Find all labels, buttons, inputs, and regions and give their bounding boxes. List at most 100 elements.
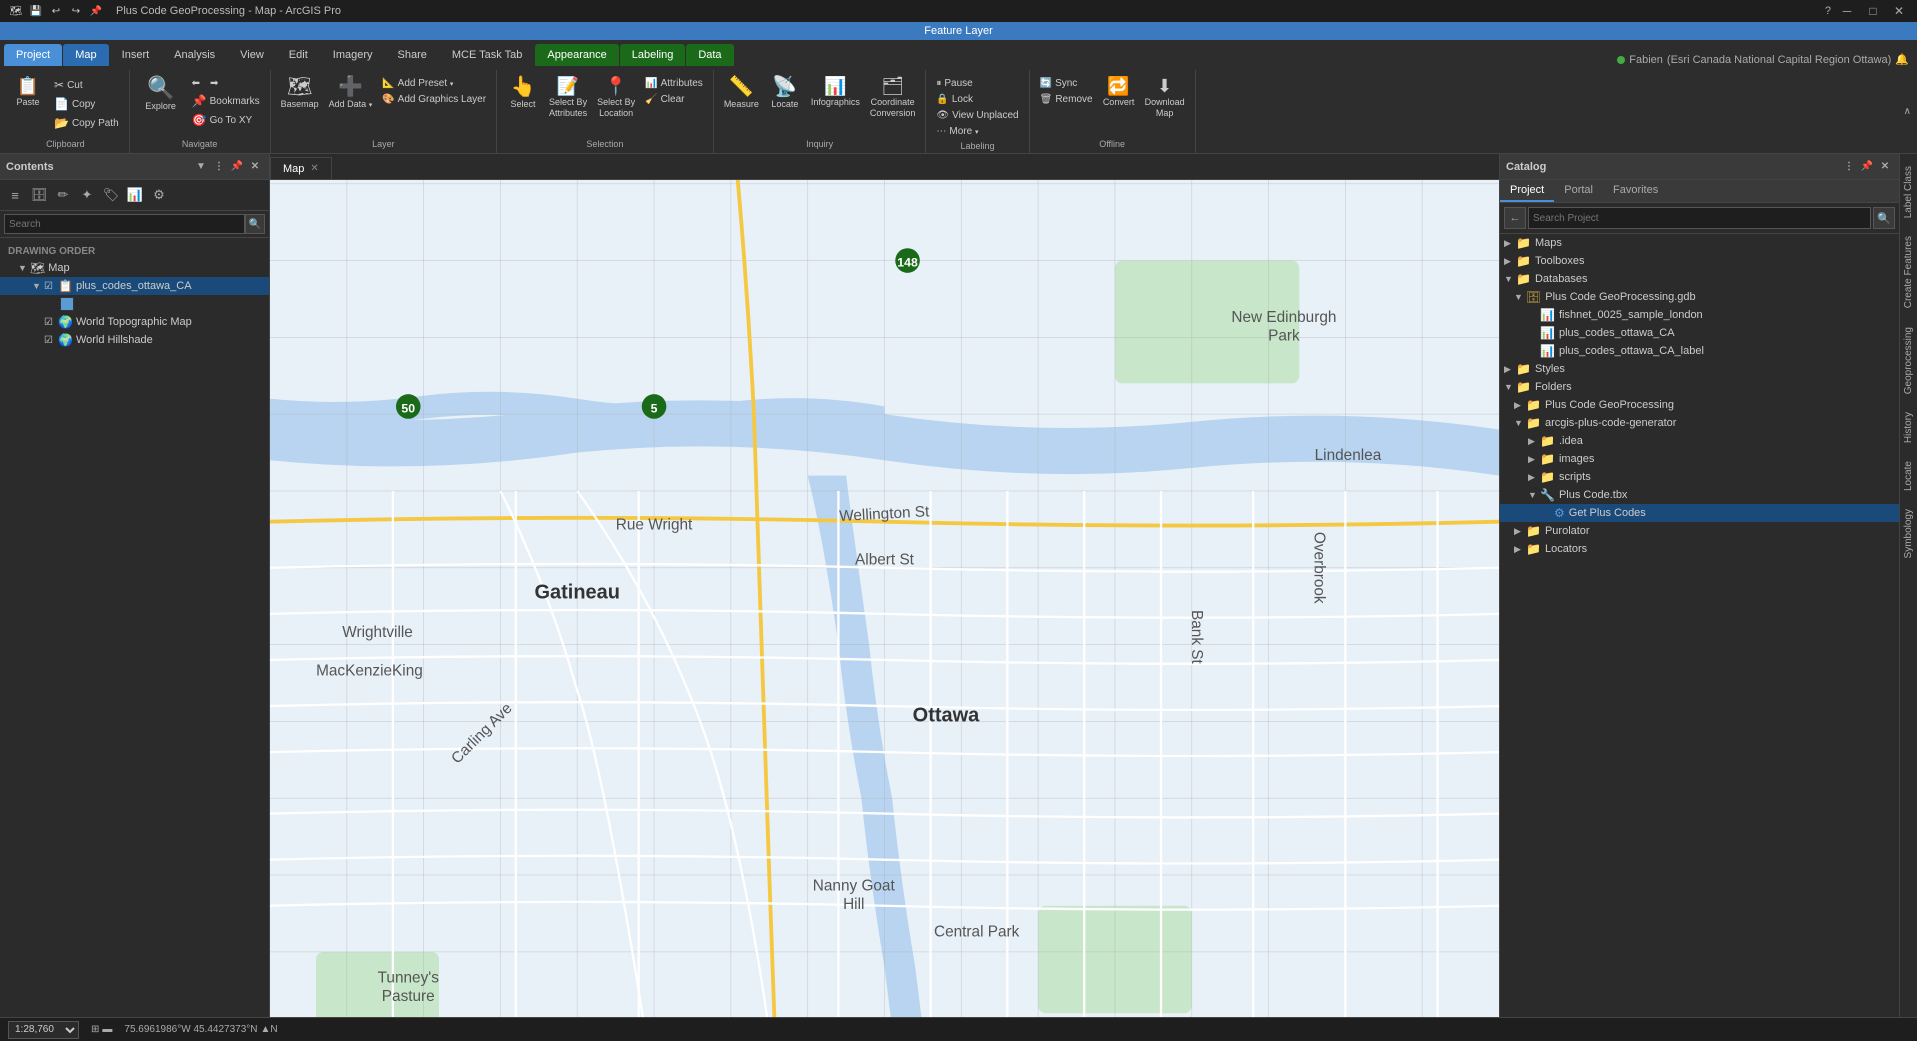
map-tab-map[interactable]: Map ✕ <box>270 157 332 179</box>
right-tab-label-class[interactable]: Label Class <box>1901 158 1916 226</box>
cut-button[interactable]: ✂ Cut <box>50 76 123 94</box>
tab-imagery[interactable]: Imagery <box>321 44 385 66</box>
view-unplaced-button[interactable]: 👁 View Unplaced <box>932 108 1022 123</box>
tree-item-hillshade[interactable]: ☑ 🌍 World Hillshade <box>0 331 269 349</box>
tab-mce[interactable]: MCE Task Tab <box>440 44 535 66</box>
copy-button[interactable]: 📄 Copy <box>50 95 123 113</box>
tab-data[interactable]: Data <box>686 44 733 66</box>
tree-item-topo[interactable]: ☑ 🌍 World Topographic Map <box>0 313 269 331</box>
list-by-labeling-icon[interactable]: 🏷 <box>100 184 122 206</box>
catalog-item-gdb[interactable]: ▼ 🗄 Plus Code GeoProcessing.gdb <box>1500 288 1899 306</box>
catalog-item-databases[interactable]: ▼ 📁 Databases <box>1500 270 1899 288</box>
tab-view[interactable]: View <box>228 44 276 66</box>
catalog-item-tbx[interactable]: ▼ 🔧 Plus Code.tbx <box>1500 486 1899 504</box>
catalog-item-ottawa-ca[interactable]: 📊 plus_codes_ottawa_CA <box>1500 324 1899 342</box>
more-button[interactable]: ⋯ More ▾ <box>932 124 1022 139</box>
catalog-pin-icon[interactable]: 📌 <box>1859 159 1875 175</box>
tab-analysis[interactable]: Analysis <box>162 44 227 66</box>
catalog-back-button[interactable]: ← <box>1504 207 1526 229</box>
right-tab-create-features[interactable]: Create Features <box>1901 228 1916 316</box>
scale-dropdown[interactable]: 1:28,760 1:10,000 1:50,000 1:100,000 <box>8 1021 79 1039</box>
add-data-button[interactable]: ➕ Add Data ▾ <box>325 74 377 113</box>
maximize-button[interactable]: □ <box>1863 1 1883 21</box>
contents-search-input[interactable] <box>4 214 245 234</box>
catalog-tab-portal[interactable]: Portal <box>1554 180 1603 202</box>
list-by-snapping-icon[interactable]: ✦ <box>76 184 98 206</box>
catalog-item-images[interactable]: ▶ 📁 images <box>1500 450 1899 468</box>
map-canvas[interactable]: Ottawa Gatineau New Edinburgh Park Linde… <box>270 180 1499 1017</box>
catalog-close-icon[interactable]: ✕ <box>1877 159 1893 175</box>
map-tab-close-icon[interactable]: ✕ <box>310 163 318 174</box>
select-button[interactable]: 👆 Select <box>503 74 543 113</box>
catalog-options-icon[interactable]: ⋮ <box>1841 159 1857 175</box>
catalog-search-button[interactable]: 🔍 <box>1873 207 1895 229</box>
tab-labeling[interactable]: Labeling <box>620 44 686 66</box>
sync-button[interactable]: 🔄 Sync <box>1036 76 1097 91</box>
locate-button[interactable]: 📡 Locate <box>765 74 805 113</box>
catalog-item-toolboxes[interactable]: ▶ 📁 Toolboxes <box>1500 252 1899 270</box>
clear-button[interactable]: 🧹 Clear <box>641 92 707 107</box>
coord-conversion-button[interactable]: 🗂 CoordinateConversion <box>866 74 920 122</box>
bookmarks-button[interactable]: 📌 Bookmarks <box>188 92 264 110</box>
basemap-button[interactable]: 🗺 Basemap <box>277 74 323 113</box>
pin-icon[interactable]: 📌 <box>88 3 104 19</box>
list-by-chart-icon[interactable]: 📊 <box>124 184 146 206</box>
convert-button[interactable]: 🔁 Convert <box>1099 74 1139 111</box>
tab-appearance[interactable]: Appearance <box>535 44 618 66</box>
remove-button[interactable]: 🗑 Remove <box>1036 92 1097 107</box>
catalog-search-input[interactable] <box>1528 207 1871 229</box>
contents-pin-icon[interactable]: 📌 <box>229 159 245 175</box>
save-icon[interactable]: 💾 <box>28 3 44 19</box>
tree-item-plus-codes-layer[interactable]: ▼ ☑ 📋 plus_codes_ottawa_CA <box>0 277 269 295</box>
attributes-button[interactable]: 📊 Attributes <box>641 76 707 91</box>
back-button[interactable]: ⬅ <box>188 76 204 91</box>
close-button[interactable]: ✕ <box>1889 1 1909 21</box>
contents-search-button[interactable]: 🔍 <box>245 214 265 234</box>
tab-map[interactable]: Map <box>63 44 108 66</box>
measure-button[interactable]: 📏 Measure <box>720 74 763 113</box>
forward-button[interactable]: ➡ <box>206 76 222 91</box>
scale-selector[interactable]: 1:28,760 1:10,000 1:50,000 1:100,000 <box>8 1021 79 1039</box>
right-tab-symbology[interactable]: Symbology <box>1901 501 1916 566</box>
redo-icon[interactable]: ↪ <box>68 3 84 19</box>
catalog-item-styles[interactable]: ▶ 📁 Styles <box>1500 360 1899 378</box>
list-by-editing-icon[interactable]: ✏ <box>52 184 74 206</box>
catalog-item-get-plus-codes[interactable]: ⚙ Get Plus Codes <box>1500 504 1899 522</box>
add-preset-button[interactable]: 📐 Add Preset ▾ <box>378 76 490 91</box>
explore-button[interactable]: 🔍 Explore <box>136 74 186 115</box>
expand-ribbon-icon[interactable]: ∧ <box>1904 106 1911 117</box>
lock-button[interactable]: 🔒 Lock <box>932 92 1022 107</box>
list-by-data-source-icon[interactable]: 🗄 <box>28 184 50 206</box>
catalog-item-locators[interactable]: ▶ 📁 Locators <box>1500 540 1899 558</box>
add-graphics-button[interactable]: 🎨 Add Graphics Layer <box>378 92 490 107</box>
undo-icon[interactable]: ↩ <box>48 3 64 19</box>
contents-close-icon[interactable]: ✕ <box>247 159 263 175</box>
catalog-item-pc-geoprocessing[interactable]: ▶ 📁 Plus Code GeoProcessing <box>1500 396 1899 414</box>
catalog-item-maps[interactable]: ▶ 📁 Maps <box>1500 234 1899 252</box>
catalog-item-purolator[interactable]: ▶ 📁 Purolator <box>1500 522 1899 540</box>
catalog-item-ottawa-ca-label[interactable]: 📊 plus_codes_ottawa_CA_label <box>1500 342 1899 360</box>
catalog-item-fishnet[interactable]: 📊 fishnet_0025_sample_london <box>1500 306 1899 324</box>
minimize-button[interactable]: ─ <box>1837 1 1857 21</box>
contents-filter-icon[interactable]: ▼ <box>193 159 209 175</box>
paste-button[interactable]: 📋 Paste <box>8 74 48 111</box>
goto-xy-button[interactable]: 🎯 Go To XY <box>188 111 264 129</box>
tab-share[interactable]: Share <box>386 44 439 66</box>
list-by-custom-icon[interactable]: ⚙ <box>148 184 170 206</box>
catalog-item-scripts[interactable]: ▶ 📁 scripts <box>1500 468 1899 486</box>
select-by-attributes-button[interactable]: 📝 Select ByAttributes <box>545 74 591 122</box>
right-tab-locate[interactable]: Locate <box>1901 453 1916 499</box>
catalog-tab-project[interactable]: Project <box>1500 180 1554 202</box>
contents-options-icon[interactable]: ⋮ <box>211 159 227 175</box>
download-map-button[interactable]: ⬇ DownloadMap <box>1141 74 1189 122</box>
notifications-icon[interactable]: 🔔 <box>1895 53 1909 66</box>
select-by-location-button[interactable]: 📍 Select ByLocation <box>593 74 639 122</box>
right-tab-geoprocessing[interactable]: Geoprocessing <box>1901 319 1916 402</box>
infographics-button[interactable]: 📊 Infographics <box>807 74 864 111</box>
tab-edit[interactable]: Edit <box>277 44 320 66</box>
tab-insert[interactable]: Insert <box>110 44 162 66</box>
catalog-item-arcgis-gen[interactable]: ▼ 📁 arcgis-plus-code-generator <box>1500 414 1899 432</box>
copy-path-button[interactable]: 📂 Copy Path <box>50 114 123 132</box>
tree-item-map[interactable]: ▼ 🗺 Map <box>0 259 269 277</box>
tab-project[interactable]: Project <box>4 44 62 66</box>
